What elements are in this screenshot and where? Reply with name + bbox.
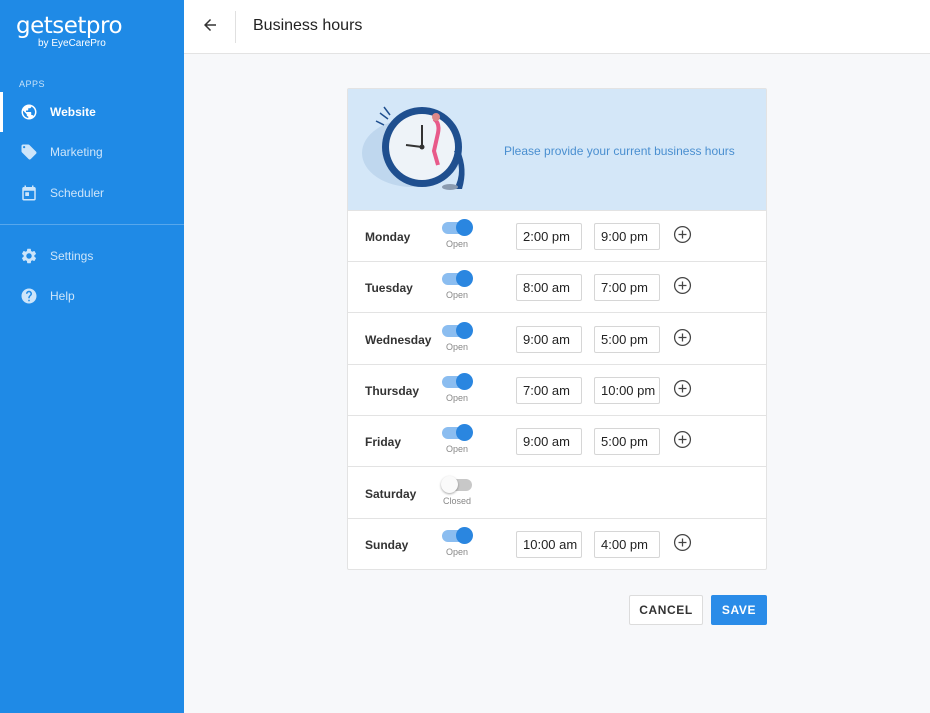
day-row-saturday: Saturday Closed [348, 468, 766, 519]
day-row-thursday: Thursday Open 7:00 am 10:00 pm [348, 365, 766, 416]
status-label: Open [445, 444, 469, 455]
open-time-input[interactable]: 9:00 am [516, 428, 582, 456]
open-time-input[interactable]: 8:00 am [516, 274, 582, 302]
plus-circle-icon [673, 430, 692, 454]
close-time-input[interactable]: 7:00 pm [594, 274, 660, 302]
logo-subtitle: by EyeCarePro [38, 38, 106, 49]
add-hours-button[interactable] [671, 328, 693, 352]
close-time-input[interactable]: 4:00 pm [594, 530, 660, 558]
sidebar-item-label: Website [50, 105, 96, 119]
add-hours-button[interactable] [671, 379, 693, 403]
sidebar-item-settings[interactable]: Settings [0, 236, 184, 276]
sidebar-item-label: Settings [50, 249, 94, 263]
status-label: Open [445, 392, 469, 403]
day-row-tuesday: Tuesday Open 8:00 am 7:00 pm [348, 262, 766, 314]
sidebar-item-scheduler[interactable]: Scheduler [0, 173, 184, 213]
sidebar-item-label: Marketing [50, 145, 103, 159]
apps-section-label: APPS [19, 79, 46, 89]
day-row-monday: Monday Open 2:00 pm 9:00 pm [348, 211, 766, 262]
close-time-input[interactable]: 10:00 pm [594, 376, 660, 404]
arrow-left-icon [201, 16, 219, 39]
help-icon [19, 286, 39, 306]
day-row-sunday: Sunday Open 10:00 am 4:00 pm [348, 519, 766, 570]
sidebar-item-help[interactable]: Help [0, 276, 184, 316]
tag-icon [19, 142, 39, 162]
close-time-input[interactable]: 5:00 pm [594, 325, 660, 353]
day-name: Saturday [365, 486, 417, 501]
page-header: Business hours [184, 0, 930, 54]
banner-text: Please provide your current business hou… [504, 144, 735, 158]
toggle-knob [456, 424, 473, 442]
toggle-knob [456, 321, 473, 339]
status-label: Open [445, 239, 469, 249]
gear-icon [19, 246, 39, 266]
sidebar-divider [0, 224, 184, 225]
plus-circle-icon [673, 225, 692, 249]
back-button[interactable] [198, 15, 222, 39]
header-divider [235, 11, 236, 43]
logo-brand: getsetpro [16, 13, 123, 39]
sidebar: getsetpro by EyeCarePro APPS Website Mar… [0, 0, 184, 713]
open-time-input[interactable]: 7:00 am [516, 376, 582, 404]
sidebar-item-label: Help [50, 289, 75, 303]
toggle-knob [456, 372, 473, 390]
open-time-input[interactable]: 10:00 am [516, 530, 582, 558]
sidebar-item-website[interactable]: Website [0, 92, 184, 132]
day-name: Thursday [365, 383, 420, 398]
status-label: Open [445, 341, 469, 352]
add-hours-button[interactable] [671, 225, 693, 249]
sidebar-item-label: Scheduler [50, 186, 105, 200]
day-name: Friday [365, 435, 402, 450]
open-toggle[interactable] [442, 372, 473, 390]
day-name: Sunday [365, 537, 409, 552]
day-row-wednesday: Wednesday Open 9:00 am 5:00 pm [348, 314, 766, 365]
toggle-knob [456, 219, 473, 236]
close-time-input[interactable]: 5:00 pm [594, 428, 660, 456]
save-button[interactable]: SAVE [711, 595, 767, 625]
calendar-icon [19, 183, 39, 203]
open-toggle[interactable] [442, 321, 473, 339]
day-row-friday: Friday Open 9:00 am 5:00 pm [348, 416, 766, 468]
open-time-input[interactable]: 9:00 am [516, 325, 582, 353]
plus-circle-icon [673, 328, 692, 352]
add-hours-button[interactable] [671, 431, 693, 453]
info-banner: Please provide your current business hou… [348, 89, 766, 211]
open-time-input[interactable]: 2:00 pm [516, 223, 582, 250]
day-name: Monday [365, 230, 411, 244]
toggle-knob [441, 475, 458, 493]
plus-circle-icon [673, 379, 692, 403]
day-name: Wednesday [365, 332, 432, 347]
globe-icon [19, 102, 39, 122]
day-name: Tuesday [365, 281, 413, 296]
status-label: Open [445, 546, 469, 557]
sidebar-item-marketing[interactable]: Marketing [0, 132, 184, 172]
close-time-input[interactable]: 9:00 pm [594, 223, 660, 250]
toggle-knob [456, 526, 473, 544]
clock-illustration [362, 101, 480, 198]
open-toggle[interactable] [442, 219, 473, 236]
status-label: Closed [442, 495, 471, 506]
plus-circle-icon [673, 276, 692, 300]
open-toggle[interactable] [442, 270, 473, 288]
business-hours-card: Please provide your current business hou… [347, 88, 767, 570]
toggle-knob [456, 270, 473, 288]
plus-circle-icon [673, 533, 692, 557]
open-toggle[interactable] [442, 526, 473, 544]
add-hours-button[interactable] [671, 277, 693, 299]
open-toggle[interactable] [442, 424, 473, 442]
cancel-button[interactable]: CANCEL [629, 595, 703, 625]
add-hours-button[interactable] [671, 533, 693, 557]
logo[interactable]: getsetpro by EyeCarePro [16, 13, 123, 49]
open-toggle[interactable] [441, 475, 472, 493]
status-label: Open [445, 290, 469, 301]
page-title: Business hours [253, 17, 363, 34]
